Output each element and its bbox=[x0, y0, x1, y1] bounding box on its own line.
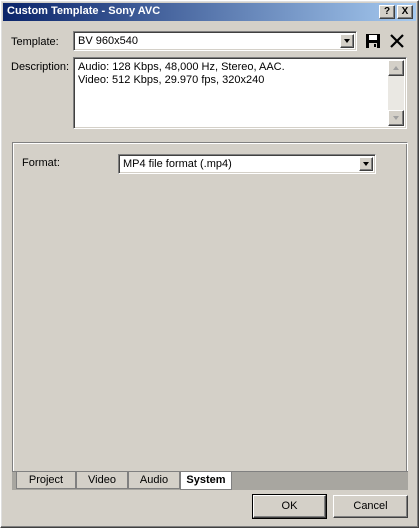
title-bar[interactable]: Custom Template - Sony AVC ? X bbox=[3, 3, 416, 21]
description-line-audio: Audio: 128 Kbps, 48,000 Hz, Stereo, AAC. bbox=[78, 61, 285, 73]
custom-template-dialog: Custom Template - Sony AVC ? X Template:… bbox=[0, 0, 419, 528]
tab-strip: Project Video Audio System bbox=[12, 471, 408, 490]
description-textarea[interactable]: Audio: 128 Kbps, 48,000 Hz, Stereo, AAC.… bbox=[73, 57, 407, 129]
format-combobox[interactable]: MP4 file format (.mp4) bbox=[118, 154, 376, 174]
help-button[interactable]: ? bbox=[379, 5, 395, 19]
system-settings-panel bbox=[12, 142, 408, 474]
description-text: Audio: 128 Kbps, 48,000 Hz, Stereo, AAC.… bbox=[78, 61, 285, 87]
template-combobox[interactable]: BV 960x540 bbox=[73, 31, 357, 51]
description-scrollbar[interactable] bbox=[388, 60, 404, 126]
delete-template-icon[interactable] bbox=[389, 33, 405, 49]
tab-project[interactable]: Project bbox=[16, 472, 76, 489]
template-label: Template: bbox=[11, 36, 59, 48]
scroll-up-icon[interactable] bbox=[388, 60, 404, 76]
template-value: BV 960x540 bbox=[78, 35, 138, 47]
window-title: Custom Template - Sony AVC bbox=[7, 5, 161, 17]
tab-video[interactable]: Video bbox=[76, 472, 128, 489]
ok-button[interactable]: OK bbox=[252, 494, 327, 519]
template-dropdown-button[interactable] bbox=[340, 34, 354, 48]
format-dropdown-button[interactable] bbox=[359, 157, 373, 171]
scroll-down-icon[interactable] bbox=[388, 110, 404, 126]
cancel-button[interactable]: Cancel bbox=[333, 495, 408, 518]
format-value: MP4 file format (.mp4) bbox=[123, 158, 232, 170]
description-line-video: Video: 512 Kbps, 29.970 fps, 320x240 bbox=[78, 74, 265, 86]
description-label: Description: bbox=[11, 61, 70, 73]
tab-audio[interactable]: Audio bbox=[128, 472, 180, 489]
save-template-icon[interactable] bbox=[365, 33, 381, 49]
tab-system[interactable]: System bbox=[180, 472, 232, 490]
format-label: Format: bbox=[22, 157, 60, 169]
close-button[interactable]: X bbox=[397, 5, 413, 19]
